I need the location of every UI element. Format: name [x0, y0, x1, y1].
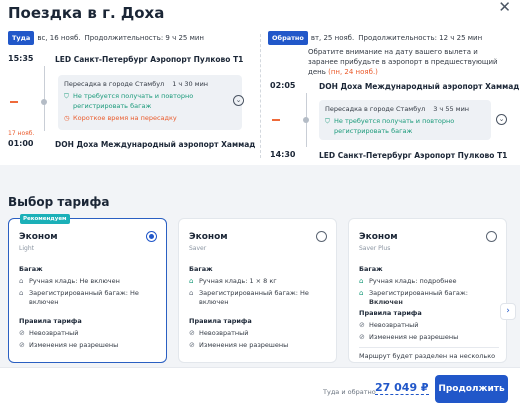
outbound-chip: Туда — [8, 31, 35, 45]
split-route-info: Маршрут будет разделен на несколько — [359, 347, 499, 361]
inbound-transfer-duration: 3 ч 55 мин — [433, 105, 470, 113]
tariff-card-saver-plus[interactable]: Эконом Saver Plus Багаж ⌂ Ручная кладь: п… — [348, 218, 507, 363]
tariff-radio[interactable] — [486, 231, 497, 242]
circle-slash-icon: ⊘ — [189, 329, 195, 337]
outbound-transfer-note: Не требуется получать и повторно регистр… — [73, 92, 194, 110]
bag-icon: ⌂ — [359, 289, 364, 297]
rules-title: Правила тарифа — [189, 317, 252, 325]
page-title: Поездка в г. Доха — [8, 4, 165, 22]
rule-changes: ⊘ Изменения не разрешены — [189, 341, 289, 349]
tariff-name: Эконом — [19, 232, 58, 242]
inbound-depart-time: 02:05 — [270, 81, 296, 90]
outbound-transfer-city: Пересадка в городе Стамбул — [64, 80, 165, 88]
stop-dot — [303, 117, 309, 123]
baggage-title: Багаж — [189, 265, 213, 273]
chevron-right-icon[interactable]: › — [500, 303, 516, 320]
outbound-transfer-box: Пересадка в городе Стамбул 1 ч 30 мин ⛉ Не… — [58, 75, 242, 130]
hand-baggage: ⌂ Ручная кладь: 1 × 8 кг — [189, 277, 277, 285]
inbound-arrive-time: 14:30 — [270, 150, 296, 159]
circle-slash-icon: ⊘ — [359, 333, 365, 341]
outbound-summary: Туда вс, 16 нояб. Продолжительность: 9 ч 2… — [8, 31, 258, 45]
outbound-transfer-duration: 1 ч 30 мин — [172, 80, 209, 88]
circle-slash-icon: ⊘ — [19, 341, 25, 349]
outbound-transfer-warning: Короткое время на пересадку — [73, 114, 177, 122]
rule-changes: ⊘ Изменения не разрешены — [19, 341, 119, 349]
circle-slash-icon: ⊘ — [359, 321, 365, 329]
outbound-arrive-time: 01:00 — [8, 139, 34, 148]
recommended-badge: Рекомендуем — [20, 214, 70, 224]
hand-baggage: ⌂ Ручная кладь: Не включен — [19, 277, 120, 285]
rule-refund: ⊘ Невозвратный — [359, 321, 419, 329]
chevron-down-icon[interactable]: ⌄ — [233, 95, 244, 106]
rule-refund: ⊘ Невозвратный — [189, 329, 249, 337]
inbound-transfer-note: Не требуется получать и повторно регистр… — [334, 117, 455, 135]
tariff-radio[interactable] — [316, 231, 327, 242]
inbound-depart-airport: DOH Доха Международный аэропорт Хаммад — [319, 82, 520, 91]
tariff-subtitle: Light — [19, 245, 34, 252]
segment-marker — [10, 101, 18, 103]
close-icon[interactable]: ✕ — [498, 0, 511, 15]
checked-baggage: ⌂ Зарегистрированный багаж: Включен — [359, 289, 468, 306]
shield-check-icon: ⛉ — [64, 92, 69, 100]
inbound-notice: Обратите внимание на дату вашего вылета … — [308, 47, 508, 77]
inbound-chip: Обратно — [268, 31, 308, 45]
tariff-card-saver[interactable]: Эконом Saver Багаж ⌂ Ручная кладь: 1 × 8 … — [178, 218, 337, 363]
tariff-subtitle: Saver — [189, 245, 207, 252]
circle-slash-icon: ⊘ — [19, 329, 25, 337]
baggage-title: Багаж — [19, 265, 43, 273]
price-label: Туда и обратно — [323, 388, 376, 396]
checked-baggage: ⌂ Зарегистрированный багаж: Не включен — [19, 289, 139, 306]
outbound-depart-airport: LED Санкт-Петербург Аэропорт Пулково Т1 — [55, 55, 244, 64]
checked-baggage-value: Включен — [369, 298, 403, 306]
stop-dot — [41, 99, 47, 105]
tariff-card-light[interactable]: Эконом Light Багаж ⌂ Ручная кладь: Не вкл… — [8, 218, 167, 363]
footer-bar: Туда и обратно 27 049 ₽ Продолжить — [0, 367, 520, 409]
inbound-transfer-city: Пересадка в городе Стамбул — [325, 105, 426, 113]
inbound-duration: Продолжительность: 12 ч 25 мин — [358, 34, 483, 42]
bag-icon: ⌂ — [19, 277, 24, 285]
bag-icon: ⌂ — [189, 289, 194, 297]
clock-icon: ◷ — [64, 114, 70, 122]
baggage-title: Багаж — [359, 265, 383, 273]
tariff-subtitle: Saver Plus — [359, 245, 391, 252]
trip-details-panel: Поездка в г. Доха ✕ Туда вс, 16 нояб. Прод… — [0, 0, 520, 165]
rules-title: Правила тарифа — [359, 309, 422, 317]
chevron-down-icon[interactable]: ⌄ — [496, 114, 507, 125]
tariff-name: Эконом — [189, 232, 228, 242]
outbound-date: вс, 16 нояб. — [37, 34, 81, 42]
bag-icon: ⌂ — [359, 277, 364, 285]
rule-refund: ⊘ Невозвратный — [19, 329, 79, 337]
inbound-transfer-box: Пересадка в городе Стамбул 3 ч 55 мин ⛉ Не… — [319, 100, 491, 140]
inbound-arrive-airport: LED Санкт-Петербург Аэропорт Пулково Т1 — [319, 151, 508, 160]
inbound-notice-date: (пн, 24 нояб.) — [328, 68, 378, 76]
tariff-radio[interactable] — [146, 231, 157, 242]
tariff-name: Эконом — [359, 232, 398, 242]
segment-marker — [272, 119, 280, 121]
inbound-summary: Обратно вт, 25 нояб. Продолжительность: 12… — [268, 31, 512, 77]
rule-changes: ⊘ Изменения не разрешены — [359, 333, 459, 341]
continue-button[interactable]: Продолжить — [435, 375, 508, 403]
hand-baggage: ⌂ Ручная кладь: подробнее — [359, 277, 457, 285]
outbound-arrive-airport: DOH Доха Международный аэропорт Хаммад — [55, 140, 256, 149]
tariff-section-title: Выбор тарифа — [8, 195, 110, 209]
outbound-depart-time: 15:35 — [8, 54, 34, 63]
outbound-arrive-date-note: 17 нояб. — [8, 130, 35, 137]
shield-check-icon: ⛉ — [325, 117, 330, 125]
rules-title: Правила тарифа — [19, 317, 82, 325]
bag-icon: ⌂ — [19, 289, 24, 297]
inbound-date: вт, 25 нояб. — [310, 34, 355, 42]
checked-baggage: ⌂ Зарегистрированный багаж: Не включен — [189, 289, 309, 306]
circle-slash-icon: ⊘ — [189, 341, 195, 349]
outbound-duration: Продолжительность: 9 ч 25 мин — [84, 34, 204, 42]
bag-icon: ⌂ — [189, 277, 194, 285]
total-price[interactable]: 27 049 ₽ — [375, 381, 429, 395]
column-divider — [260, 34, 261, 158]
